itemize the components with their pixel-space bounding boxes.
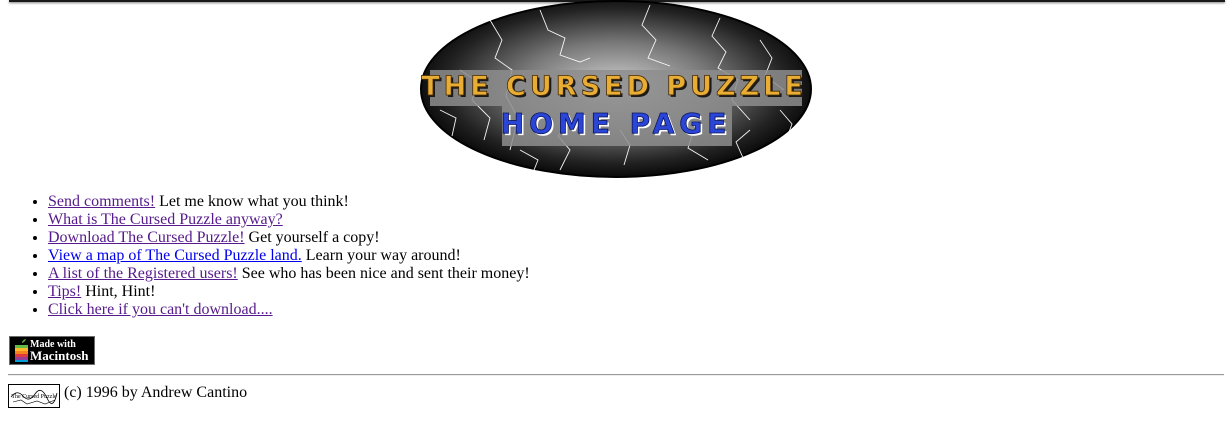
list-item: Tips! Hint, Hint! (48, 283, 530, 301)
tips-description: Hint, Hint! (85, 283, 156, 300)
cursed-puzzle-mini-logo: The Cursed Puzzle (8, 384, 60, 408)
copyright-text: (c) 1996 by Andrew Cantino (64, 384, 248, 401)
list-item: What is The Cursed Puzzle anyway? (48, 211, 530, 229)
send-comments-link[interactable]: Send comments! (48, 193, 155, 210)
download-description: Get yourself a copy! (248, 229, 380, 246)
list-item: A list of the Registered users! See who … (48, 265, 530, 283)
download-link[interactable]: Download The Cursed Puzzle! (48, 229, 245, 246)
registered-users-description: See who has been nice and sent their mon… (241, 265, 530, 282)
made-with-macintosh-badge: Made with Macintosh (9, 336, 95, 365)
apple-logo-icon (15, 339, 28, 362)
tips-link[interactable]: Tips! (48, 283, 81, 300)
what-is-cursed-puzzle-link[interactable]: What is The Cursed Puzzle anyway? (48, 211, 283, 228)
mini-logo-text: The Cursed Puzzle (11, 394, 57, 400)
list-item: Download The Cursed Puzzle! Get yourself… (48, 229, 530, 247)
banner-subtitle: HOME PAGE (501, 107, 732, 140)
cant-download-link[interactable]: Click here if you can't download.... (48, 301, 273, 318)
view-map-link[interactable]: View a map of The Cursed Puzzle land. (48, 247, 302, 264)
list-item: Send comments! Let me know what you thin… (48, 193, 530, 211)
list-item: Click here if you can't download.... (48, 301, 530, 319)
registered-users-link[interactable]: A list of the Registered users! (48, 265, 238, 282)
horizontal-rule (8, 374, 1224, 376)
cursed-puzzle-banner-logo: THE CURSED PUZZLE THE CURSED PUZZLE HOME… (420, 0, 812, 178)
send-comments-description: Let me know what you think! (159, 193, 349, 210)
banner-title: THE CURSED PUZZLE (421, 71, 807, 102)
badge-line2: Macintosh (30, 348, 89, 363)
badge-text: Made with Macintosh (30, 340, 89, 363)
navigation-link-list: Send comments! Let me know what you thin… (8, 193, 530, 319)
view-map-description: Learn your way around! (305, 247, 461, 264)
list-item: View a map of The Cursed Puzzle land. Le… (48, 247, 530, 265)
